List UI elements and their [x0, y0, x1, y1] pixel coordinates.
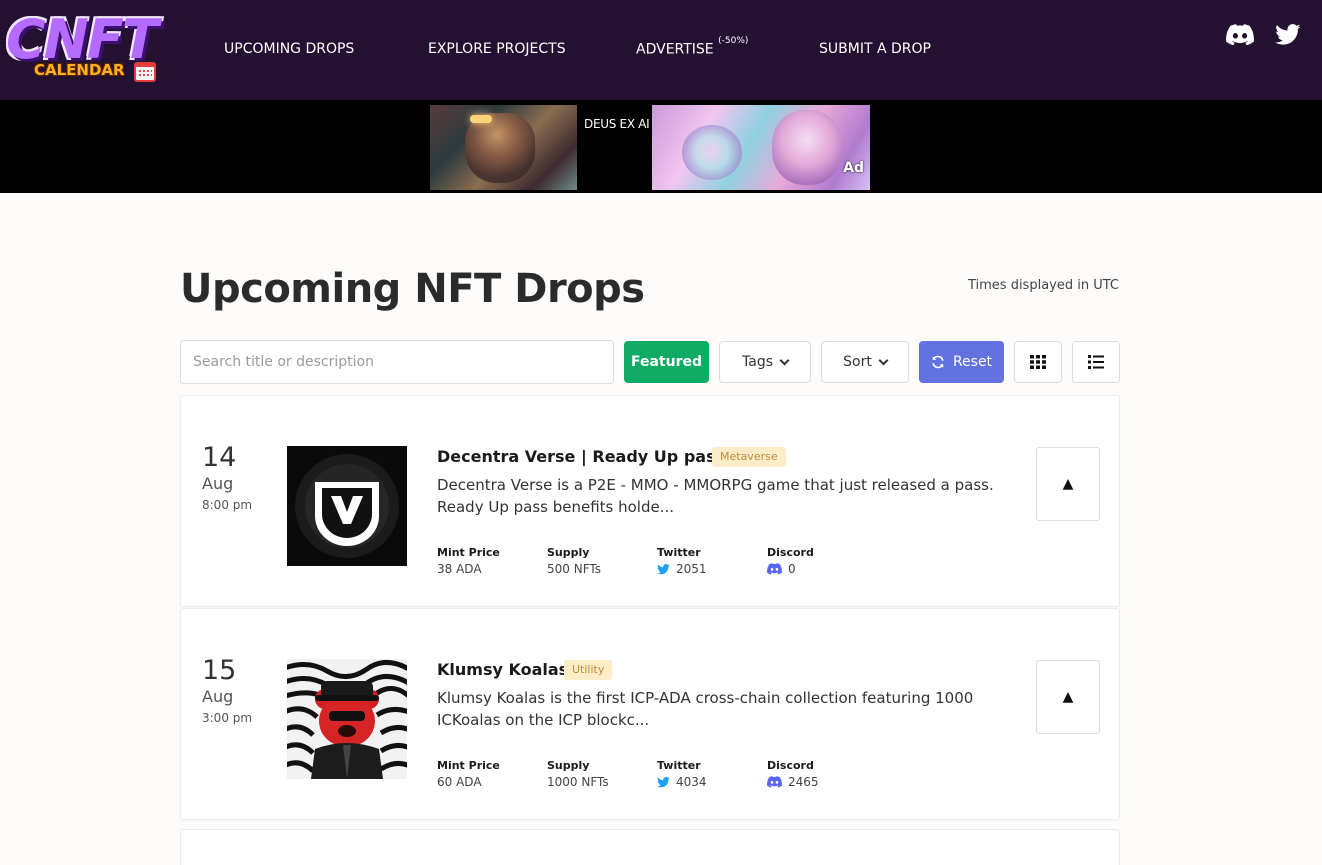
drop-day: 15: [202, 655, 237, 686]
drop-thumbnail[interactable]: [287, 446, 407, 566]
twitter-icon[interactable]: [1275, 24, 1303, 46]
twitter-followers: 4034: [676, 775, 707, 789]
timezone-note: Times displayed in UTC: [967, 278, 1119, 293]
tags-dropdown[interactable]: Tags: [719, 341, 811, 383]
supply-stat: Supply 500 NFTs: [547, 546, 601, 576]
twitter-label: Twitter: [657, 759, 701, 772]
cnft-calendar-logo[interactable]: CNFT CALENDAR: [6, 10, 182, 86]
mint-price-value: 38 ADA: [437, 562, 482, 576]
drop-description: Decentra Verse is a P2E - MMO - MMORPG g…: [437, 476, 994, 516]
drop-day: 14: [202, 442, 237, 473]
drop-card[interactable]: 15 Aug 3:00 pm Klumsy Koalas Utility Klu…: [180, 608, 1120, 820]
upvote-button[interactable]: ▲: [1036, 447, 1100, 521]
discord-label: Discord: [767, 759, 814, 772]
sort-label: Sort: [843, 354, 872, 370]
drop-month: Aug: [202, 687, 234, 706]
supply-value: 500 NFTs: [547, 562, 601, 576]
search-input[interactable]: [180, 340, 614, 384]
discord-icon[interactable]: [1226, 24, 1254, 46]
nav-submit-drop[interactable]: SUBMIT A DROP: [819, 41, 931, 57]
twitter-stat[interactable]: Twitter 2051: [657, 546, 707, 576]
nav-advertise[interactable]: ADVERTISE (-50%): [636, 36, 748, 58]
discord-stat[interactable]: Discord 2465: [767, 759, 819, 789]
calendar-icon: [134, 62, 156, 82]
supply-stat: Supply 1000 NFTs: [547, 759, 609, 789]
drop-tag[interactable]: Metaverse: [712, 447, 786, 467]
upvote-arrow-icon: ▲: [1062, 476, 1074, 492]
twitter-icon: [657, 563, 670, 574]
twitter-followers: 2051: [676, 562, 707, 576]
nav-submit-drop-label: SUBMIT A DROP: [819, 41, 931, 57]
drop-description: Klumsy Koalas is the first ICP-ADA cross…: [437, 689, 974, 729]
nav-advertise-label: ADVERTISE: [636, 41, 714, 58]
chevron-down-icon: [779, 355, 790, 365]
discord-members: 2465: [788, 775, 819, 789]
mint-price-stat: Mint Price 38 ADA: [437, 546, 500, 576]
list-view-button[interactable]: [1072, 341, 1120, 383]
upvote-arrow-icon: ▲: [1062, 689, 1074, 705]
drop-time: 8:00 pm: [202, 498, 253, 512]
discord-icon: [767, 563, 782, 575]
refresh-icon: [932, 355, 944, 369]
discord-label: Discord: [767, 546, 814, 559]
discord-stat[interactable]: Discord 0: [767, 546, 814, 576]
top-navbar: CNFT CALENDAR UPCOMING DROPS EXPLORE PRO…: [0, 0, 1322, 100]
drop-card[interactable]: 14 Aug 8:00 pm Decentra Verse | Ready Up…: [180, 395, 1120, 607]
featured-button[interactable]: Featured: [624, 341, 709, 383]
twitter-icon: [657, 776, 670, 787]
ad-artwork-right: Ad: [652, 105, 870, 190]
mint-price-label: Mint Price: [437, 759, 500, 772]
mint-price-stat: Mint Price 60 ADA: [437, 759, 500, 789]
drop-thumbnail[interactable]: [287, 659, 407, 779]
twitter-stat[interactable]: Twitter 4034: [657, 759, 707, 789]
drop-time: 3:00 pm: [202, 711, 253, 725]
reset-button[interactable]: Reset: [919, 341, 1004, 383]
grid-view-button[interactable]: [1014, 341, 1062, 383]
grid-icon: [1030, 355, 1046, 369]
nav-explore-projects[interactable]: EXPLORE PROJECTS: [428, 41, 566, 57]
sort-dropdown[interactable]: Sort: [821, 341, 909, 383]
discord-members: 0: [788, 562, 796, 576]
supply-value: 1000 NFTs: [547, 775, 609, 789]
ad-title: DEUS EX AI: [584, 117, 650, 131]
logo-sub-text: CALENDAR: [34, 61, 125, 79]
drop-title[interactable]: Decentra Verse | Ready Up pass|: [437, 447, 731, 466]
ad-banner[interactable]: DEUS EX AI Ad: [0, 100, 1322, 193]
drop-month: Aug: [202, 474, 234, 493]
upvote-button[interactable]: ▲: [1036, 660, 1100, 734]
ad-label: Ad: [843, 160, 864, 176]
nav-explore-projects-label: EXPLORE PROJECTS: [428, 41, 566, 57]
chevron-down-icon: [878, 355, 889, 365]
tags-label: Tags: [742, 354, 773, 370]
discord-icon: [767, 776, 782, 788]
drop-title[interactable]: Klumsy Koalas: [437, 660, 568, 679]
mint-price-label: Mint Price: [437, 546, 500, 559]
ad-artwork-left: [430, 105, 577, 190]
mint-price-value: 60 ADA: [437, 775, 482, 789]
nav-upcoming-drops-label: UPCOMING DROPS: [224, 41, 355, 57]
drop-tag[interactable]: Utility: [564, 660, 613, 680]
advertise-discount: (-50%): [718, 36, 749, 46]
supply-label: Supply: [547, 759, 590, 772]
supply-label: Supply: [547, 546, 590, 559]
twitter-label: Twitter: [657, 546, 701, 559]
list-icon: [1088, 355, 1104, 369]
reset-label: Reset: [952, 354, 993, 370]
drop-card[interactable]: [180, 829, 1120, 865]
featured-label: Featured: [630, 354, 703, 370]
nav-upcoming-drops[interactable]: UPCOMING DROPS: [224, 41, 354, 57]
page-title: Upcoming NFT Drops: [180, 266, 645, 312]
